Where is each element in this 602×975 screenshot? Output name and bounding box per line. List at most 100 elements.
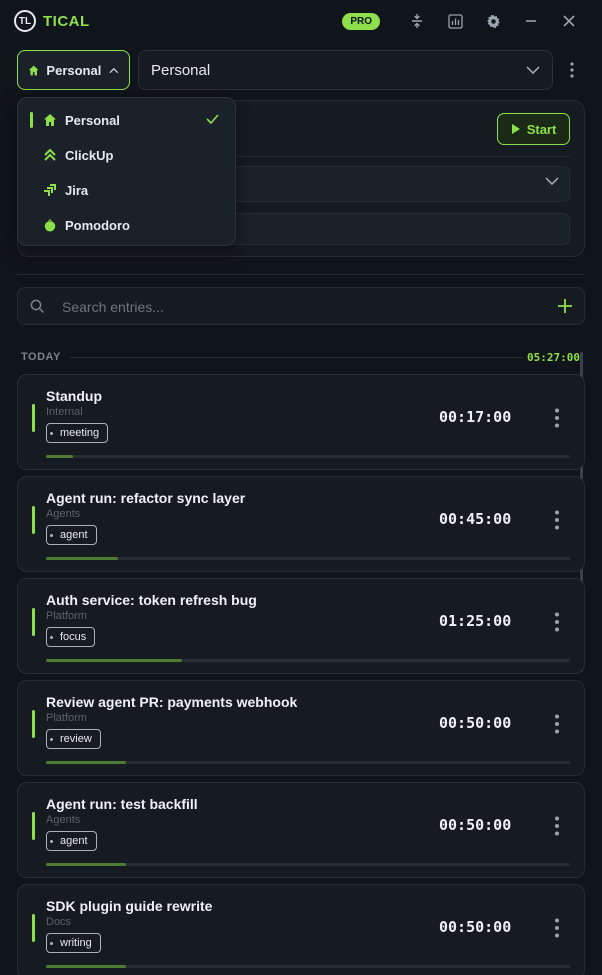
entry-duration: 00:50:00 <box>439 714 512 732</box>
workspace-select-value: Personal <box>151 61 211 79</box>
workspace-toggle-button[interactable]: Personal <box>17 50 130 90</box>
minimize-icon <box>526 20 536 22</box>
entry-tag[interactable]: agent <box>46 831 97 851</box>
start-label: Start <box>526 121 557 137</box>
start-button[interactable]: Start <box>497 113 570 145</box>
entry-title: Auth service: token refresh bug <box>46 592 257 608</box>
close-button[interactable] <box>550 8 588 34</box>
day-group-label: TODAY <box>21 351 61 363</box>
time-entry[interactable]: Review agent PR: payments webhook Platfo… <box>17 680 585 776</box>
workspace-toggle-label: Personal <box>46 62 102 78</box>
workspace-select[interactable]: Personal <box>138 50 553 90</box>
kebab-icon <box>555 510 559 530</box>
jira-icon <box>44 184 56 196</box>
title-bar: TL TICAL PRO <box>0 0 602 42</box>
entry-progress-track <box>46 557 570 560</box>
add-entry-icon[interactable] <box>556 297 574 315</box>
minimize-button[interactable] <box>512 8 550 34</box>
pro-badge: PRO <box>342 12 380 30</box>
entry-project: Platform <box>46 712 87 724</box>
entry-tag[interactable]: meeting <box>46 423 109 443</box>
search-bar <box>17 287 585 325</box>
home-icon <box>44 114 56 126</box>
time-entry[interactable]: Agent run: test backfill Agents agent 00… <box>17 782 585 878</box>
entry-more-button[interactable] <box>551 405 563 431</box>
entry-duration: 00:50:00 <box>439 918 512 936</box>
entry-more-button[interactable] <box>551 813 563 839</box>
compact-icon <box>412 14 422 28</box>
kebab-icon <box>555 918 559 938</box>
section-divider <box>17 274 585 275</box>
check-icon <box>206 114 219 124</box>
day-total-duration: 05:27:00 <box>527 351 580 364</box>
clickup-icon <box>44 148 56 161</box>
dropdown-item-label: Personal <box>65 113 120 128</box>
entry-duration: 00:50:00 <box>439 816 512 834</box>
app-logo-icon: TL <box>14 10 36 32</box>
entry-tag[interactable]: review <box>46 729 101 749</box>
titlebar-controls: PRO <box>342 8 588 34</box>
entry-project: Agents <box>46 814 81 826</box>
entry-accent-bar <box>32 710 35 738</box>
chevron-down-icon <box>526 66 540 74</box>
entry-accent-bar <box>32 506 35 534</box>
app-name: TICAL <box>43 12 90 30</box>
entry-more-button[interactable] <box>551 915 563 941</box>
kebab-icon <box>555 612 559 632</box>
settings-button[interactable] <box>474 8 512 34</box>
entry-project: Agents <box>46 508 81 520</box>
day-group-divider <box>70 357 524 358</box>
search-icon <box>30 299 45 314</box>
entry-progress-fill <box>46 965 127 968</box>
kebab-icon <box>555 816 559 836</box>
entry-progress-track <box>46 965 570 968</box>
time-entry[interactable]: Standup Internal meeting 00:17:00 <box>17 374 585 470</box>
dropdown-item-label: Pomodoro <box>65 218 130 233</box>
tomato-icon <box>44 219 56 232</box>
dropdown-item-jira[interactable]: Jira <box>18 173 235 208</box>
time-entry[interactable]: SDK plugin guide rewrite Docs writing 00… <box>17 884 585 975</box>
entry-title: SDK plugin guide rewrite <box>46 898 213 914</box>
entry-progress-fill <box>46 455 74 458</box>
entry-more-button[interactable] <box>551 711 563 737</box>
entry-more-button[interactable] <box>551 609 563 635</box>
search-input[interactable] <box>62 296 532 318</box>
entry-progress-track <box>46 761 570 764</box>
home-icon <box>28 65 39 75</box>
compact-view-button[interactable] <box>398 8 436 34</box>
entries-list: Standup Internal meeting 00:17:00 Agent … <box>17 374 585 975</box>
chevron-up-icon <box>109 67 119 73</box>
entry-progress-fill <box>46 863 127 866</box>
chart-icon <box>447 13 463 29</box>
play-icon <box>511 124 520 134</box>
dropdown-item-pomodoro[interactable]: Pomodoro <box>18 208 235 243</box>
entry-progress-fill <box>46 761 127 764</box>
entry-project: Platform <box>46 610 87 622</box>
workspace-more-button[interactable] <box>562 56 582 84</box>
time-entry[interactable]: Auth service: token refresh bug Platform… <box>17 578 585 674</box>
entry-progress-track <box>46 863 570 866</box>
gear-icon <box>486 14 500 28</box>
entry-progress-fill <box>46 557 119 560</box>
entry-duration: 00:17:00 <box>439 408 512 426</box>
dropdown-item-clickup[interactable]: ClickUp <box>18 138 235 173</box>
entry-progress-track <box>46 455 570 458</box>
entry-duration: 01:25:00 <box>439 612 512 630</box>
kebab-icon <box>555 714 559 734</box>
close-icon <box>563 15 575 27</box>
entry-project: Docs <box>46 916 72 928</box>
logo-glyph: TL <box>18 15 32 27</box>
workspace-dropdown: Personal ClickUp Jira Pomodoro <box>17 97 236 246</box>
entry-more-button[interactable] <box>551 507 563 533</box>
time-entry[interactable]: Agent run: refactor sync layer Agents ag… <box>17 476 585 572</box>
selected-indicator <box>30 112 33 128</box>
dropdown-item-personal[interactable]: Personal <box>18 103 235 138</box>
entry-tag[interactable]: focus <box>46 627 96 647</box>
entry-accent-bar <box>32 608 35 636</box>
entry-accent-bar <box>32 914 35 942</box>
reports-button[interactable] <box>436 8 474 34</box>
entry-tag[interactable]: agent <box>46 525 97 545</box>
chevron-down-icon <box>545 177 559 185</box>
entry-tag[interactable]: writing <box>46 933 101 953</box>
kebab-icon <box>555 408 559 428</box>
